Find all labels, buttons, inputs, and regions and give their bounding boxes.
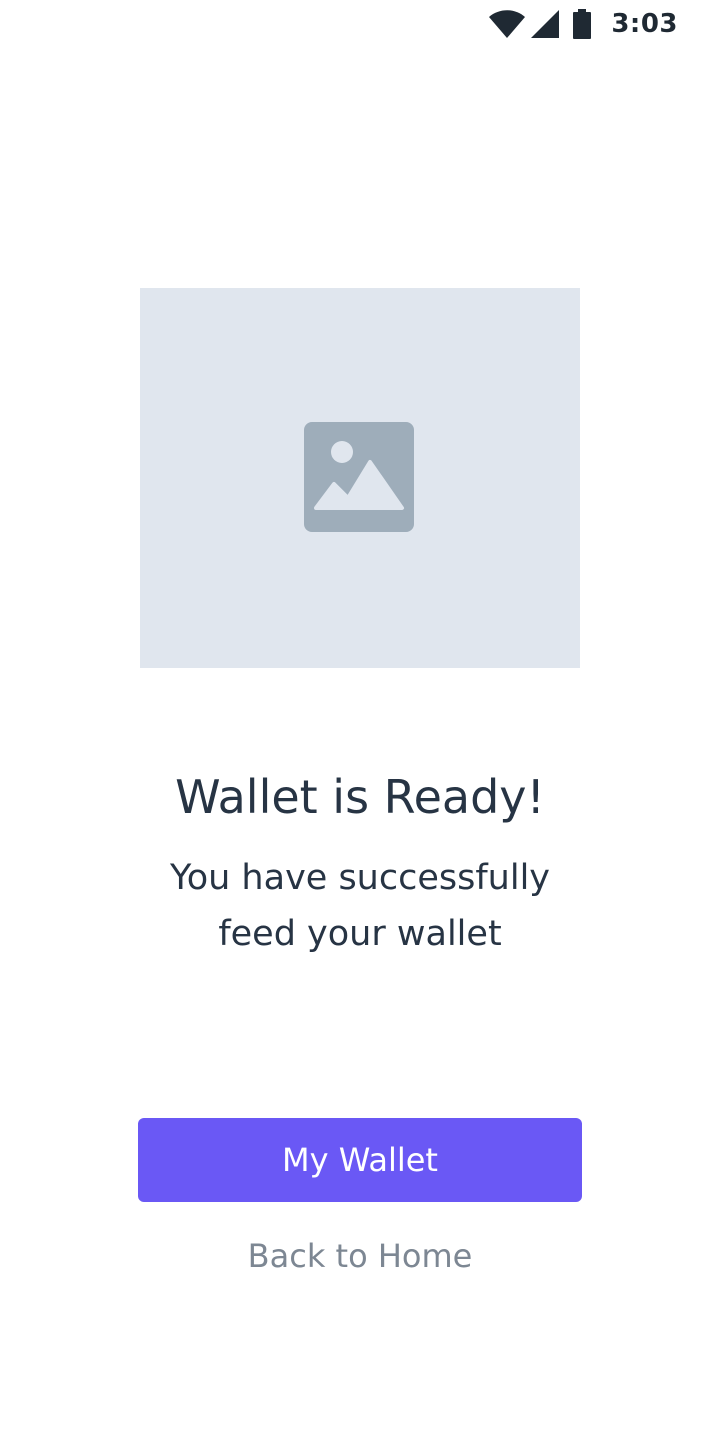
illustration-placeholder — [140, 288, 580, 668]
signal-icon — [531, 10, 560, 38]
status-time: 3:03 — [611, 9, 678, 39]
status-icons: 3:03 — [489, 8, 678, 40]
image-placeholder-icon — [304, 422, 414, 532]
wifi-icon — [489, 10, 526, 38]
my-wallet-button[interactable]: My Wallet — [138, 1118, 582, 1202]
status-bar: 3:03 — [0, 0, 720, 48]
page-title: Wallet is Ready! — [175, 770, 545, 824]
battery-icon — [573, 9, 592, 39]
back-to-home-link[interactable]: Back to Home — [160, 1226, 560, 1286]
page-subtitle: You have successfully feed your wallet — [169, 858, 551, 954]
